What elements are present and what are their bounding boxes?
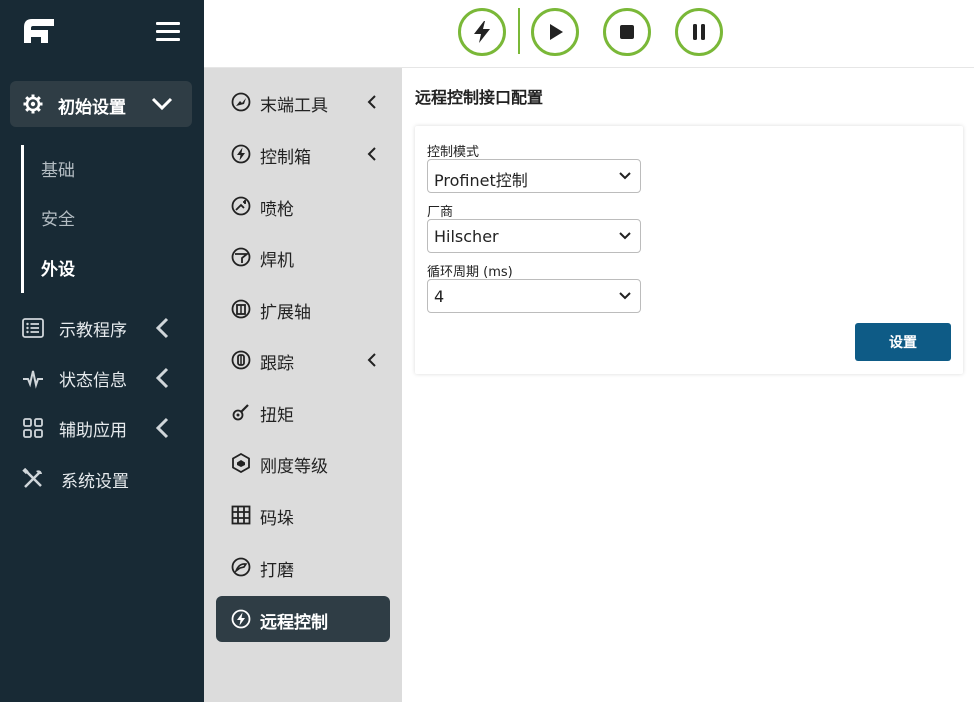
power-bolt-icon <box>474 21 490 43</box>
subnav-item-peripherals[interactable]: 外设 <box>41 255 75 280</box>
nav-teach-program[interactable]: 示教程序 <box>0 307 204 347</box>
chevron-left-icon <box>367 95 376 109</box>
peripheral-item-label: 远程控制 <box>260 613 328 633</box>
cycle-period-label: 循环周期 (ms) <box>427 265 513 280</box>
tool-end-icon <box>231 92 251 112</box>
chevron-left-icon <box>155 367 169 389</box>
cycle-period-select[interactable]: 4 <box>427 279 641 313</box>
peripheral-item-end-tool[interactable]: 末端工具 <box>216 79 390 125</box>
subnav-indicator <box>21 145 24 293</box>
chevron-left-icon <box>367 353 376 367</box>
stop-button[interactable] <box>603 8 651 56</box>
grind-icon <box>231 557 251 577</box>
torque-icon <box>232 404 249 421</box>
vendor-label: 厂商 <box>427 205 454 220</box>
nav-system-settings-label: 系统设置 <box>61 472 129 492</box>
chevron-down-icon <box>619 232 631 240</box>
pulse-icon <box>23 370 43 389</box>
pause-button[interactable] <box>675 8 723 56</box>
nav-aux-apps[interactable]: 辅助应用 <box>0 407 204 447</box>
control-toolbar <box>204 0 974 68</box>
gear-icon <box>23 94 43 114</box>
chevron-left-icon <box>367 147 376 161</box>
peripheral-item-label: 刚度等级 <box>260 457 328 477</box>
peripheral-item-label: 焊机 <box>260 251 294 271</box>
peripheral-item-grinding[interactable]: 打磨 <box>216 544 390 590</box>
axis-icon <box>231 299 251 319</box>
peripheral-item-label: 扭矩 <box>260 406 294 426</box>
spray-gun-icon <box>231 196 251 216</box>
peripheral-item-spray-gun[interactable]: 喷枪 <box>216 183 390 229</box>
peripheral-item-label: 打磨 <box>260 561 294 581</box>
page-title: 远程控制接口配置 <box>415 88 544 107</box>
bolt-circle-icon <box>231 609 251 629</box>
nav-teach-program-label: 示教程序 <box>59 321 127 341</box>
main-sidebar: 初始设置 基础 安全 外设 示教程序 状态信息 辅助应用 系统设置 <box>0 0 204 702</box>
peripheral-item-label: 喷枪 <box>260 200 294 220</box>
nav-aux-apps-label: 辅助应用 <box>59 421 127 441</box>
nav-system-settings[interactable]: 系统设置 <box>0 458 204 498</box>
chevron-down-icon <box>151 97 173 111</box>
tools-icon <box>22 468 42 488</box>
control-mode-select[interactable]: Profinet控制 <box>427 159 641 193</box>
stop-icon <box>620 25 634 39</box>
chevron-left-icon <box>155 417 169 439</box>
hamburger-icon[interactable] <box>156 22 180 42</box>
pallet-grid-icon <box>231 505 251 525</box>
remote-config-card: 控制模式 Profinet控制 厂商 Hilscher 循环周期 (ms) 4 … <box>415 126 963 374</box>
nav-initial-settings[interactable]: 初始设置 <box>10 81 192 127</box>
nav-status-info-label: 状态信息 <box>59 371 127 391</box>
peripheral-item-welder[interactable]: 焊机 <box>216 234 390 280</box>
brand-logo <box>24 19 54 43</box>
nav-initial-settings-label: 初始设置 <box>58 98 126 118</box>
play-button[interactable] <box>531 8 579 56</box>
peripheral-item-stiffness[interactable]: 刚度等级 <box>216 440 390 486</box>
stiffness-icon <box>232 453 250 473</box>
pause-icon <box>693 24 705 40</box>
subnav-item-safety[interactable]: 安全 <box>41 205 75 230</box>
subnav-item-basic[interactable]: 基础 <box>41 156 75 181</box>
bolt-circle-icon <box>231 144 251 164</box>
peripheral-item-label: 跟踪 <box>260 354 294 374</box>
track-icon <box>231 350 251 370</box>
list-icon <box>22 318 44 338</box>
peripheral-item-label: 控制箱 <box>260 148 311 168</box>
peripheral-item-label: 末端工具 <box>260 96 328 116</box>
welder-icon <box>231 247 251 267</box>
peripheral-item-control-box[interactable]: 控制箱 <box>216 131 390 177</box>
nav-status-info[interactable]: 状态信息 <box>0 357 204 397</box>
peripheral-item-torque[interactable]: 扭矩 <box>216 389 390 435</box>
chevron-down-icon <box>619 172 631 180</box>
peripheral-item-remote-control[interactable]: 远程控制 <box>216 596 390 642</box>
set-button[interactable]: 设置 <box>855 323 951 361</box>
peripheral-item-tracking[interactable]: 跟踪 <box>216 337 390 383</box>
peripheral-item-ext-axis[interactable]: 扩展轴 <box>216 286 390 332</box>
play-icon <box>550 24 563 40</box>
vendor-value: Hilscher <box>434 227 499 246</box>
cycle-period-value: 4 <box>434 287 445 306</box>
power-button[interactable] <box>458 8 506 56</box>
toolbar-divider <box>518 8 520 54</box>
chevron-left-icon <box>155 317 169 339</box>
chevron-down-icon <box>619 292 631 300</box>
peripheral-nav: 末端工具 控制箱 喷枪 焊机 扩展轴 跟踪 扭矩 刚度等级 码垛 打磨 远程控制 <box>204 68 402 702</box>
peripheral-item-label: 扩展轴 <box>260 303 311 323</box>
control-mode-label: 控制模式 <box>427 145 480 160</box>
grid-icon <box>23 418 43 438</box>
vendor-select[interactable]: Hilscher <box>427 219 641 253</box>
control-mode-value: Profinet控制 <box>434 171 528 190</box>
peripheral-item-label: 码垛 <box>260 509 294 529</box>
peripheral-item-palletizing[interactable]: 码垛 <box>216 492 390 538</box>
